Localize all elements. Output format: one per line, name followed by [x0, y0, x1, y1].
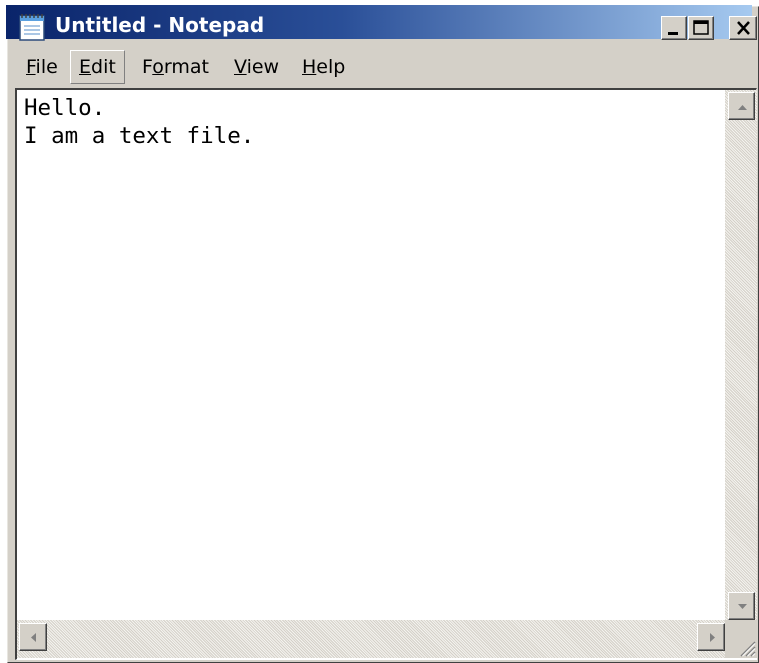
resize-grip[interactable] — [725, 620, 757, 658]
minimize-icon — [668, 32, 678, 35]
menu-file-accel: F — [26, 56, 36, 78]
arrow-left-icon — [31, 633, 36, 642]
maximize-button[interactable] — [688, 16, 714, 40]
menu-format[interactable]: Format — [134, 50, 217, 84]
minimize-button[interactable] — [661, 16, 687, 40]
menu-view-accel: V — [234, 56, 247, 78]
menu-format-prefix: F — [142, 56, 153, 78]
scroll-down-button[interactable] — [728, 592, 755, 620]
maximize-icon — [693, 20, 709, 35]
menu-edit-label: dit — [91, 56, 116, 78]
menu-file[interactable]: File — [18, 50, 66, 84]
menu-format-accel: o — [152, 56, 164, 78]
close-icon — [737, 21, 750, 35]
menu-bar: File Edit Format View Help — [15, 50, 755, 84]
menu-file-label: ile — [35, 56, 58, 78]
scroll-right-button[interactable] — [697, 623, 725, 651]
notepad-icon[interactable] — [16, 12, 50, 42]
text-editor[interactable]: Hello. I am a text file. — [15, 88, 757, 660]
menu-help-label: elp — [316, 56, 346, 78]
menu-edit[interactable]: Edit — [70, 50, 125, 84]
menu-help-accel: H — [302, 56, 317, 78]
horizontal-scrollbar[interactable] — [17, 620, 725, 658]
arrow-up-icon — [738, 105, 747, 110]
window-title: Untitled - Notepad — [55, 13, 265, 37]
menu-view-label: iew — [246, 56, 280, 78]
menu-view[interactable]: View — [226, 50, 287, 84]
editor-content[interactable]: Hello. I am a text file. — [24, 94, 254, 150]
menu-help[interactable]: Help — [294, 50, 353, 84]
arrow-down-icon — [738, 604, 747, 609]
resize-grip-icon — [740, 641, 756, 657]
menu-format-label: rmat — [163, 56, 209, 78]
close-button[interactable] — [729, 16, 757, 40]
vertical-scrollbar[interactable] — [725, 90, 757, 620]
arrow-right-icon — [710, 633, 715, 642]
menu-edit-accel: E — [79, 56, 92, 78]
scroll-left-button[interactable] — [19, 623, 47, 651]
scroll-up-button[interactable] — [728, 92, 755, 120]
